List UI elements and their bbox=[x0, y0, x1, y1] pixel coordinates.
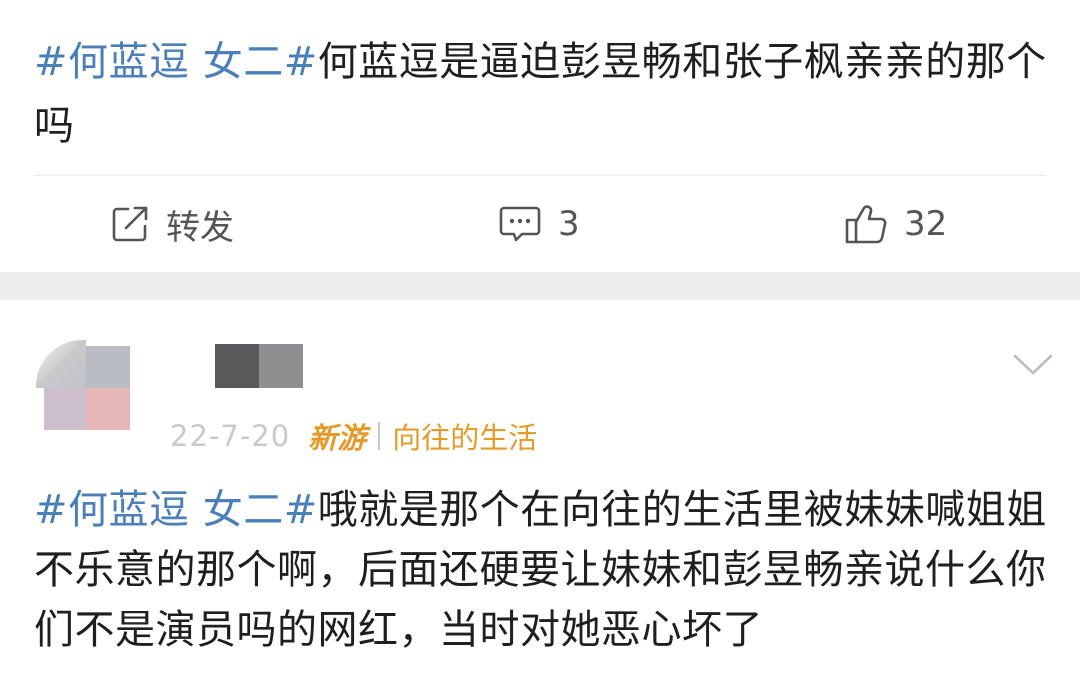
like-count: 32 bbox=[904, 204, 948, 244]
thumbs-up-icon bbox=[844, 202, 888, 246]
post-text: #何蓝逗 女二#何蓝逗是逼迫彭昱畅和张子枫亲亲的那个吗 bbox=[34, 30, 1054, 158]
comment-source: 新游 bbox=[308, 421, 367, 455]
meta-divider bbox=[378, 422, 381, 450]
edit-share-icon bbox=[110, 204, 150, 244]
repost-button[interactable]: 转发 bbox=[110, 202, 234, 248]
comment-topic-link[interactable]: 向往的生活 bbox=[392, 415, 537, 457]
comment-card: 22-7-20 新游 向往的生活 #何蓝逗 女二#哦就是那个在向往的生活里被妹妹… bbox=[0, 300, 1080, 697]
avatar[interactable] bbox=[36, 340, 130, 432]
comment-count: 3 bbox=[558, 204, 580, 244]
like-button[interactable]: 32 bbox=[844, 202, 947, 246]
post-action-bar: 转发 3 32 bbox=[0, 176, 1080, 272]
weibo-post: #何蓝逗 女二#何蓝逗是逼迫彭昱畅和张子枫亲亲的那个吗 转发 3 32 bbox=[0, 0, 1080, 272]
comment-icon bbox=[498, 204, 542, 244]
comment-date: 22-7-20 bbox=[170, 419, 291, 453]
repost-label: 转发 bbox=[166, 207, 234, 248]
post-hashtag[interactable]: #何蓝逗 女二# bbox=[34, 39, 318, 85]
comment-text: #何蓝逗 女二#哦就是那个在向往的生活里被妹妹喊姐姐不乐意的那个啊，后面还硬要让… bbox=[34, 480, 1064, 660]
comment-button[interactable]: 3 bbox=[498, 202, 580, 246]
comment-meta: 22-7-20 新游 向往的生活 bbox=[170, 414, 537, 458]
chevron-down-icon[interactable] bbox=[1012, 352, 1054, 378]
section-separator bbox=[0, 272, 1080, 300]
username-redacted[interactable] bbox=[215, 344, 303, 388]
comment-hashtag[interactable]: #何蓝逗 女二# bbox=[34, 487, 318, 533]
